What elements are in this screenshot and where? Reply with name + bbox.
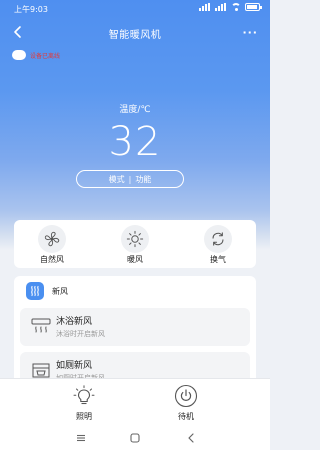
shower-heat-icon [30,317,52,337]
status-toggle [12,50,26,60]
mode-warm-wind[interactable]: 暖风 [105,220,165,268]
mode-card: 自然风 暖风 换气 [14,220,256,268]
shower-fresh-air-subtitle: 沐浴时开启新风 [56,330,105,338]
standby-label: 待机 [178,412,194,421]
mode-natural-wind[interactable]: 自然风 [22,220,82,268]
temperature-label: 温度/℃ [119,105,151,115]
shower-fresh-air-title: 沐浴新风 [56,317,93,327]
status-icons [199,3,262,11]
shower-fresh-air-item[interactable]: 沐浴新风 沐浴时开启新风 [20,308,250,346]
mode-function-button[interactable]: 模式 | 功能 [76,170,184,188]
fresh-air-header: 新风 [26,282,68,300]
function-label: 功能 [135,174,152,184]
mode-label: 换气 [210,255,226,264]
lighting-label: 照明 [76,412,92,421]
system-nav-bar [0,426,270,450]
toilet-fresh-air-title: 如厕新风 [56,361,93,371]
sun-icon [121,225,149,253]
refresh-icon [204,225,232,253]
battery-icon [245,3,262,11]
mode-ventilation[interactable]: 换气 [188,220,248,268]
fan-icon [38,225,66,253]
status-time: 上午9:03 [14,5,48,14]
wifi-icon [231,3,241,11]
standby-button[interactable]: 待机 [156,383,216,423]
mode-label: 自然风 [40,255,64,264]
fresh-air-title: 新风 [52,286,68,296]
heat-waves-icon [26,282,44,300]
menu-icon[interactable] [74,432,88,444]
status-bar: 上午9:03 [0,0,270,16]
title-bar: 智能暖风机 ··· [0,22,270,44]
device-status: 设备已离线 [12,50,60,60]
power-icon [172,383,200,409]
more-options-button[interactable]: ··· [242,26,258,39]
signal-icon [199,3,211,11]
temperature-value: 32 [108,119,162,165]
mode-label: 暖风 [127,255,143,264]
signal-icon [215,3,227,11]
back-icon[interactable] [184,432,198,444]
page-title: 智能暖风机 [108,30,162,41]
home-icon[interactable] [128,432,142,444]
pill-separator: | [128,174,132,184]
bulb-icon [70,383,98,409]
device-status-text: 设备已离线 [30,52,61,60]
mode-label: 模式 [108,174,125,184]
lighting-button[interactable]: 照明 [54,383,114,423]
bottom-control-bar: 照明 待机 [0,378,270,427]
app-screen: 上午9:03 智能暖风机 ··· 设备已离线 温度/℃ 32 模式 | 功能 自… [0,0,270,450]
